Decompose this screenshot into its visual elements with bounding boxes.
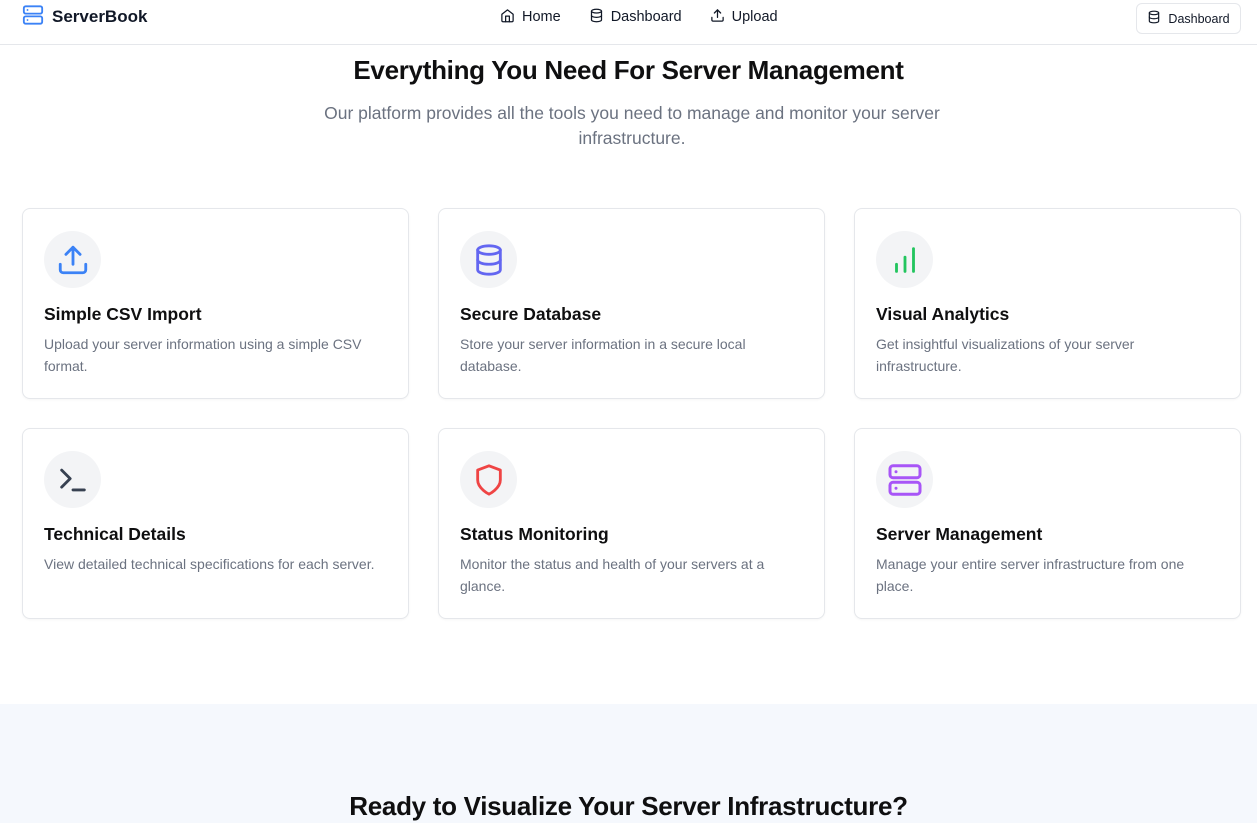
- bar-chart-icon: [876, 231, 933, 288]
- nav-link-home[interactable]: Home: [500, 7, 561, 27]
- feature-card-visual-analytics: Visual Analytics Get insightful visualiz…: [854, 208, 1241, 399]
- database-icon: [1147, 10, 1161, 27]
- feature-card-server-management: Server Management Manage your entire ser…: [854, 428, 1241, 619]
- upload-icon: [44, 231, 101, 288]
- features-subtitle: Our platform provides all the tools you …: [324, 103, 940, 148]
- database-icon: [589, 8, 604, 27]
- terminal-icon: [44, 451, 101, 508]
- database-icon: [460, 231, 517, 288]
- feature-card-description: Upload your server information using a s…: [44, 336, 362, 374]
- feature-card-description: View detailed technical specifications f…: [44, 556, 375, 572]
- feature-card-title: Technical Details: [44, 524, 186, 544]
- feature-card-title: Server Management: [876, 524, 1043, 544]
- features-title: Everything You Need For Server Managemen…: [353, 55, 904, 85]
- feature-card-title: Visual Analytics: [876, 304, 1010, 324]
- feature-card-secure-database: Secure Database Store your server inform…: [438, 208, 825, 399]
- feature-card-title: Simple CSV Import: [44, 304, 202, 324]
- nav-links: Home Dashboard Upload: [500, 7, 778, 27]
- server-icon: [22, 4, 44, 31]
- upload-icon: [710, 8, 725, 27]
- server-icon: [876, 451, 933, 508]
- cta-title: Ready to Visualize Your Server Infrastru…: [349, 791, 908, 821]
- dashboard-button[interactable]: Dashboard: [1136, 3, 1241, 34]
- nav-link-label: Dashboard: [610, 9, 682, 25]
- navbar: ServerBook Home Dashboard Upload Dashboa…: [0, 0, 1257, 45]
- home-icon: [500, 8, 515, 27]
- feature-card-description: Manage your entire server infrastructure…: [876, 556, 1185, 594]
- shield-icon: [460, 451, 517, 508]
- feature-card-csv-import: Simple CSV Import Upload your server inf…: [22, 208, 409, 399]
- nav-link-label: Upload: [731, 9, 778, 25]
- feature-card-description: Get insightful visualizations of your se…: [876, 336, 1135, 374]
- feature-card-description: Store your server information in a secur…: [460, 336, 746, 374]
- nav-link-label: Home: [522, 9, 561, 25]
- dashboard-button-label: Dashboard: [1168, 11, 1230, 26]
- feature-card-description: Monitor the status and health of your se…: [460, 556, 765, 594]
- brand-logo-link[interactable]: ServerBook: [22, 4, 148, 31]
- nav-link-dashboard[interactable]: Dashboard: [589, 7, 682, 27]
- cta-section: Ready to Visualize Your Server Infrastru…: [0, 704, 1257, 823]
- feature-card-status-monitoring: Status Monitoring Monitor the status and…: [438, 428, 825, 619]
- feature-card-title: Status Monitoring: [460, 524, 609, 544]
- feature-card-technical-details: Technical Details View detailed technica…: [22, 428, 409, 619]
- feature-card-title: Secure Database: [460, 304, 602, 324]
- brand-name: ServerBook: [52, 7, 148, 26]
- nav-link-upload[interactable]: Upload: [710, 7, 778, 27]
